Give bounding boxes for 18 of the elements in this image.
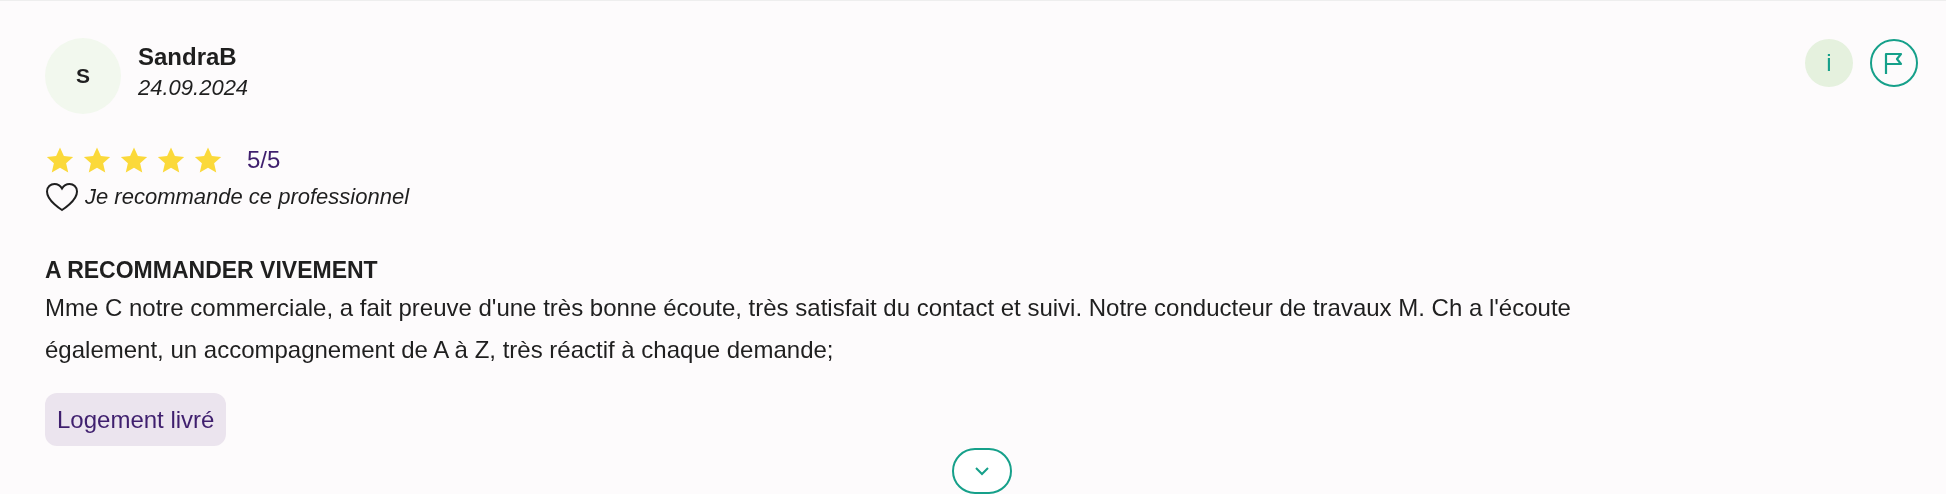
star-icon xyxy=(119,145,149,175)
chevron-icon xyxy=(974,466,989,476)
author-name: SandraB xyxy=(138,42,238,72)
flag-icon xyxy=(1883,51,1905,75)
expand-button[interactable] xyxy=(951,448,1012,494)
star-icon xyxy=(45,145,75,175)
star-icon xyxy=(193,145,223,175)
rating-score: 5/5 xyxy=(247,145,281,175)
avatar: S xyxy=(45,38,121,114)
review-body: Mme C notre commerciale, a fait preuve d'une très bonne écoute, très satisfait du contact et suivi. Notre conducteur de travaux M. Ch a l'écoute également, un accompagnement de A à Z, très réactif à chaque demande; xyxy=(45,293,1572,365)
info-button[interactable]: i xyxy=(1805,39,1853,87)
recommend-text: Je recommande ce professionnel xyxy=(85,183,410,211)
status-tag: Logement livré xyxy=(45,393,227,446)
report-button[interactable] xyxy=(1870,39,1918,87)
star-icon xyxy=(156,145,186,175)
review-title: A RECOMMANDER VIVEMENT xyxy=(45,256,379,285)
review-date: 24.09.2024 xyxy=(138,74,249,102)
star-icon xyxy=(82,145,112,175)
